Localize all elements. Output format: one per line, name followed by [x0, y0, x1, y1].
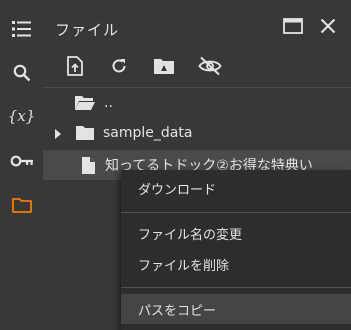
hide-icon [198, 56, 222, 76]
close-panel-button[interactable] [316, 14, 340, 38]
code-snippets-icon: {x} [7, 107, 36, 125]
key-icon [10, 155, 33, 167]
parent-directory-row[interactable]: .. [43, 88, 351, 118]
folder-open-icon [75, 96, 95, 110]
table-of-contents-button[interactable] [0, 11, 43, 47]
close-icon [320, 18, 336, 34]
open-in-tab-icon [283, 18, 303, 34]
secrets-button[interactable] [0, 143, 43, 179]
folder-row[interactable]: sample_data [43, 118, 351, 148]
folder-label: sample_data [103, 125, 193, 141]
menu-item-download[interactable]: ダウンロード [121, 173, 351, 203]
upload-file-icon [67, 56, 83, 76]
menu-item-copy-path[interactable]: パスをコピー [121, 294, 351, 324]
table-of-contents-icon [11, 21, 31, 37]
context-menu: ダウンロード ファイル名の変更 ファイルを削除 パスをコピー [121, 170, 351, 330]
refresh-button[interactable] [106, 53, 132, 79]
open-in-tab-button[interactable] [281, 14, 305, 38]
folder-icon [11, 198, 32, 213]
upload-file-button[interactable] [62, 53, 88, 79]
search-icon [13, 64, 30, 82]
search-button[interactable] [0, 55, 43, 91]
show-hidden-files-button[interactable] [197, 53, 223, 79]
left-rail: {x} [0, 0, 43, 330]
menu-item-delete[interactable]: ファイルを削除 [121, 249, 351, 279]
expand-arrow-icon[interactable] [55, 124, 61, 143]
menu-divider [121, 212, 351, 213]
mount-drive-button[interactable] [151, 53, 177, 79]
folder-icon [76, 126, 94, 140]
files-button[interactable] [0, 187, 43, 223]
mount-drive-icon [154, 59, 174, 74]
parent-directory-label: .. [104, 95, 113, 111]
panel-title: ファイル [55, 21, 120, 39]
code-snippets-button[interactable]: {x} [0, 98, 43, 134]
menu-divider [121, 287, 351, 288]
menu-item-rename[interactable]: ファイル名の変更 [121, 218, 351, 248]
file-icon [82, 156, 95, 174]
refresh-icon [112, 59, 126, 73]
